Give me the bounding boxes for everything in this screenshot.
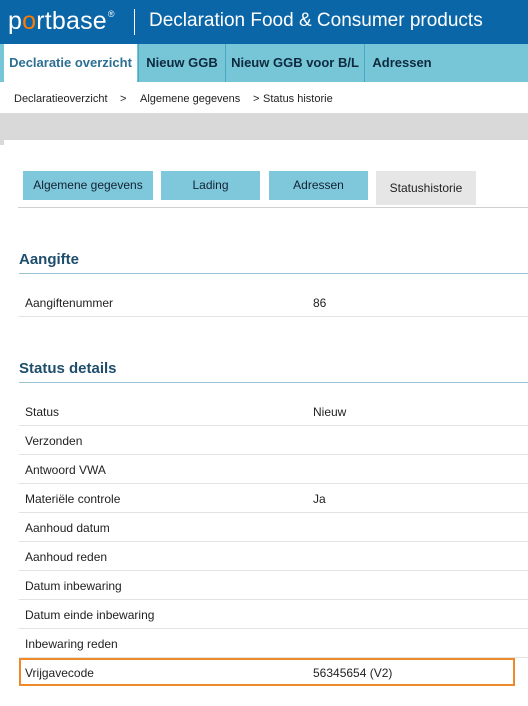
- nav-nieuw-ggb[interactable]: Nieuw GGB: [139, 44, 225, 82]
- field-value: 86: [313, 296, 327, 310]
- main-navigation: Declaratie overzicht Nieuw GGB Nieuw GGB…: [0, 44, 528, 85]
- field-row-inbewaring-reden: Inbewaring reden: [19, 629, 528, 658]
- section-rule: [19, 382, 528, 383]
- field-label: Datum einde inbewaring: [25, 608, 155, 622]
- registered-mark: ®: [107, 9, 115, 19]
- app-header: portbase® Declaration Food & Consumer pr…: [0, 0, 528, 44]
- breadcrumb: Declaratieoverzicht > Algemene gegevens …: [0, 85, 528, 113]
- field-value: Ja: [313, 492, 326, 506]
- field-label: Materiële controle: [25, 492, 121, 506]
- field-label: Status: [25, 405, 60, 419]
- tab-statushistorie[interactable]: Statushistorie: [376, 171, 476, 205]
- field-label: Inbewaring reden: [25, 637, 118, 651]
- field-label: Aanhoud datum: [25, 521, 110, 535]
- field-row-aangiftenummer: Aangiftenummer 86: [19, 288, 528, 317]
- field-label: Verzonden: [25, 434, 83, 448]
- tab-lading[interactable]: Lading: [161, 171, 260, 200]
- field-label: Antwoord VWA: [25, 463, 106, 477]
- field-value: Nieuw: [313, 405, 347, 419]
- field-row-verzonden: Verzonden: [19, 426, 528, 455]
- field-row-antwoord-vwa: Antwoord VWA: [19, 455, 528, 484]
- field-row-aanhoud-datum: Aanhoud datum: [19, 513, 528, 542]
- field-label: Vrijgavecode: [25, 666, 94, 680]
- tab-bar-rule: [18, 207, 528, 208]
- field-row-datum-einde-inbewaring: Datum einde inbewaring: [19, 600, 528, 629]
- breadcrumb-item-declaratieoverzicht[interactable]: Declaratieoverzicht: [14, 93, 108, 105]
- field-row-datum-inbewaring: Datum inbewaring: [19, 571, 528, 600]
- header-divider: [134, 9, 135, 35]
- tab-algemene-gegevens[interactable]: Algemene gegevens: [23, 171, 153, 200]
- app-title: Declaration Food & Consumer products: [149, 10, 483, 31]
- field-row-aanhoud-reden: Aanhoud reden: [19, 542, 528, 571]
- field-label: Aanhoud reden: [25, 550, 108, 564]
- logo-letter-o: o: [22, 7, 37, 35]
- section-title-status-details: Status details: [19, 360, 117, 377]
- breadcrumb-item-status-historie: Status historie: [263, 93, 333, 105]
- field-label: Aangiftenummer: [25, 296, 114, 310]
- breadcrumb-separator: >: [120, 93, 127, 105]
- nav-adressen[interactable]: Adressen: [365, 44, 439, 82]
- section-title-aangifte: Aangifte: [19, 251, 79, 268]
- field-row-vrijgavecode: Vrijgavecode 56345654 (V2): [19, 658, 515, 686]
- logo-text: rtbase: [36, 7, 107, 35]
- breadcrumb-item-algemene-gegevens[interactable]: Algemene gegevens: [140, 93, 240, 105]
- section-rule: [19, 273, 528, 274]
- portbase-logo[interactable]: portbase®: [8, 7, 115, 36]
- field-label: Datum inbewaring: [25, 579, 122, 593]
- nav-declaratie-overzicht[interactable]: Declaratie overzicht: [4, 44, 137, 82]
- tab-adressen[interactable]: Adressen: [269, 171, 368, 200]
- nav-nieuw-ggb-voor-bl[interactable]: Nieuw GGB voor B/L: [226, 44, 364, 82]
- breadcrumb-separator: >: [253, 93, 260, 105]
- logo-letter-p: p: [8, 7, 23, 35]
- field-row-status: Status Nieuw: [19, 397, 528, 426]
- field-row-materiele-controle: Materiële controle Ja: [19, 484, 528, 513]
- field-value: 56345654 (V2): [313, 666, 393, 680]
